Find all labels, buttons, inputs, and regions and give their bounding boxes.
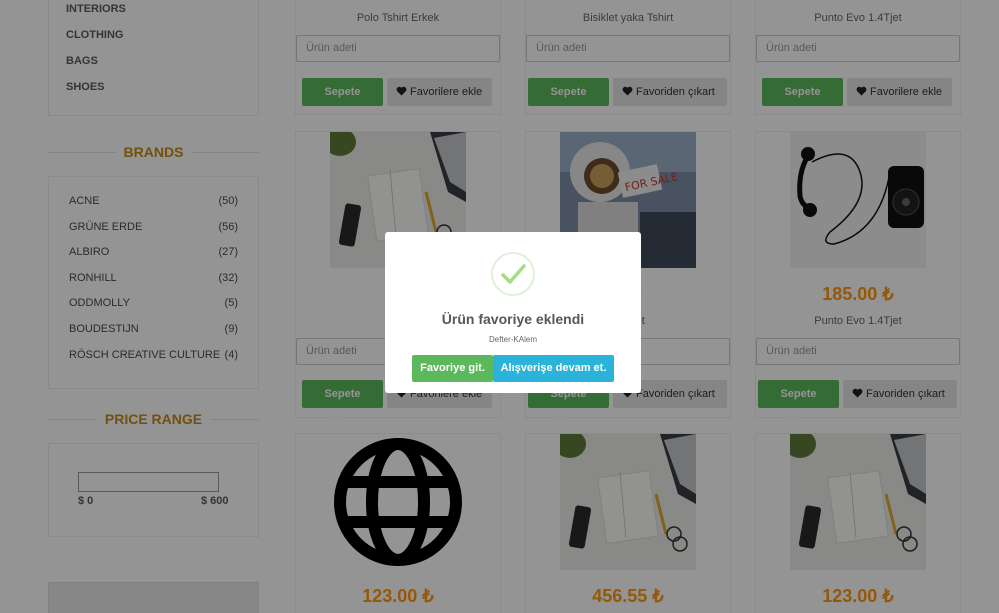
success-ring: [491, 252, 535, 296]
modal-title: Ürün favoriye eklendi: [441, 311, 585, 327]
favorite-added-modal: Ürün favoriye eklendi Defter-KAlem Favor…: [385, 232, 641, 393]
continue-shopping-button[interactable]: Alışverişe devam et.: [493, 355, 614, 382]
check-icon: [501, 264, 526, 284]
go-to-favorites-button[interactable]: Favoriye git.: [412, 355, 493, 382]
modal-subtitle: Defter-KAlem: [488, 335, 537, 344]
